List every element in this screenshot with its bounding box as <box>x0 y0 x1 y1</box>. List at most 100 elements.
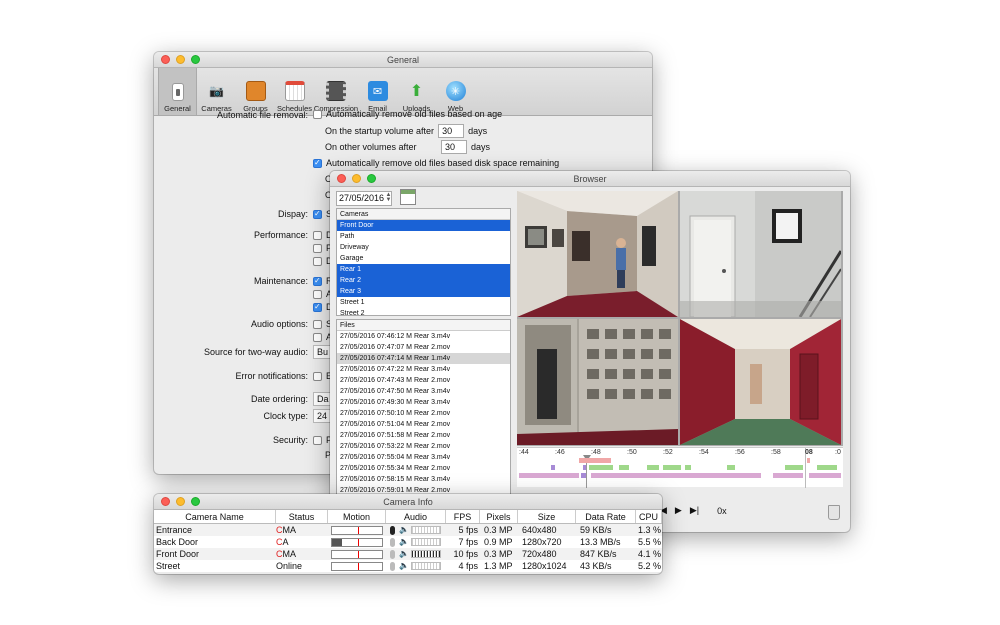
microphone-icon[interactable] <box>390 525 395 535</box>
camera-list-item[interactable]: Garage <box>337 253 510 264</box>
timeline-event-bar[interactable] <box>773 473 803 478</box>
date-stepper[interactable]: ▲ ▼ <box>384 192 393 204</box>
table-row[interactable]: Entrance CMA 🔈 5 fps 0.3 MP 640x480 59 KB/s 1.3… <box>154 524 662 536</box>
tab-groups[interactable]: Groups <box>236 68 275 115</box>
camera-list-item[interactable]: Rear 1 <box>337 264 510 275</box>
file-list-item[interactable]: 27/05/2016 07:50:10 M Rear 2.mov <box>337 408 510 419</box>
timeline-event-bar[interactable] <box>809 473 841 478</box>
tab-cameras[interactable]: 📷 Cameras <box>197 68 236 115</box>
camera-list-item[interactable]: Driveway <box>337 242 510 253</box>
camera-list-item[interactable]: Street 1 <box>337 297 510 308</box>
timeline-event-bar[interactable] <box>551 465 555 470</box>
microphone-icon[interactable] <box>390 537 395 547</box>
camera-list-item[interactable]: Rear 3 <box>337 286 510 297</box>
checkbox[interactable] <box>313 243 322 253</box>
display-checkbox[interactable] <box>313 209 322 219</box>
table-row[interactable]: Back Door CA 🔈 7 fps 0.9 MP 1280x720 13.3 MB/s… <box>154 536 662 548</box>
column-header[interactable]: Status <box>276 510 328 523</box>
minimize-button[interactable] <box>176 55 185 64</box>
close-button[interactable] <box>161 55 170 64</box>
timeline-event-bar[interactable] <box>581 473 586 478</box>
microphone-icon[interactable] <box>390 549 395 559</box>
checkbox[interactable] <box>313 289 322 299</box>
remove-disk-checkbox[interactable] <box>313 158 322 168</box>
checkbox[interactable] <box>313 371 322 381</box>
timeline-event-bar[interactable] <box>817 465 837 470</box>
play-icon[interactable]: ▶ <box>675 505 682 516</box>
checkbox[interactable] <box>313 230 322 240</box>
table-row[interactable]: Street Online 🔈 4 fps 1.3 MP 1280x1024 43 KB/s… <box>154 560 662 572</box>
file-list-item[interactable]: 27/05/2016 07:51:04 M Rear 2.mov <box>337 419 510 430</box>
camera-view-hallway[interactable] <box>517 191 678 317</box>
skip-forward-icon[interactable]: ▶| <box>690 505 699 516</box>
checkbox[interactable] <box>313 276 322 286</box>
timeline-event-bar[interactable] <box>785 465 803 470</box>
file-list-item[interactable]: 27/05/2016 07:47:50 M Rear 3.m4v <box>337 386 510 397</box>
file-list-item[interactable]: 27/05/2016 07:47:22 M Rear 3.m4v <box>337 364 510 375</box>
zoom-button[interactable] <box>191 497 200 506</box>
timeline-event-bar[interactable] <box>579 458 611 463</box>
timeline-event-bar[interactable] <box>647 465 659 470</box>
checkbox[interactable] <box>313 302 322 312</box>
column-header[interactable]: Audio <box>386 510 446 523</box>
tab-web[interactable]: ✳ Web <box>436 68 475 115</box>
clock-type-popup[interactable]: 24 <box>313 409 332 423</box>
timeline-event-bar[interactable] <box>619 465 629 470</box>
minimize-button[interactable] <box>352 174 361 183</box>
file-list-item[interactable]: 27/05/2016 07:47:43 M Rear 2.mov <box>337 375 510 386</box>
timeline-event-bar[interactable] <box>583 465 586 470</box>
remove-disk-option[interactable]: Automatically remove old files based dis… <box>313 158 559 168</box>
file-list-item[interactable]: 27/05/2016 07:53:22 M Rear 2.mov <box>337 441 510 452</box>
trash-icon[interactable] <box>828 505 840 520</box>
timeline-event-bar[interactable] <box>663 465 681 470</box>
file-list-item[interactable]: 27/05/2016 07:51:58 M Rear 2.mov <box>337 430 510 441</box>
timeline-event-bar[interactable] <box>591 473 761 478</box>
speaker-icon[interactable]: 🔈 <box>399 548 409 560</box>
file-list-item[interactable]: 27/05/2016 07:47:14 M Rear 1.m4v <box>337 353 510 364</box>
column-header[interactable]: Pixels <box>480 510 518 523</box>
camera-view-corridor[interactable] <box>680 319 841 445</box>
file-list-item[interactable]: 27/05/2016 07:47:07 M Rear 2.mov <box>337 342 510 353</box>
camera-list-item[interactable]: Rear 2 <box>337 275 510 286</box>
remove-age-option[interactable]: Automatically remove old files based on … <box>313 109 502 119</box>
timeline-event-bar[interactable] <box>807 458 810 463</box>
camera-list-item[interactable]: Front Door <box>337 220 510 231</box>
column-header[interactable]: CPU <box>636 510 662 523</box>
remove-age-checkbox[interactable] <box>313 109 322 119</box>
close-button[interactable] <box>337 174 346 183</box>
column-header[interactable]: Size <box>518 510 576 523</box>
file-list-item[interactable]: 27/05/2016 07:58:15 M Rear 3.m4v <box>337 474 510 485</box>
checkbox[interactable] <box>313 319 322 329</box>
file-list-item[interactable]: 27/05/2016 07:46:12 M Rear 3.m4v <box>337 331 510 342</box>
minimize-button[interactable] <box>176 497 185 506</box>
tab-compression[interactable]: Compression <box>314 68 358 115</box>
speaker-icon[interactable]: 🔈 <box>399 524 409 536</box>
timeline-event-bar[interactable] <box>727 465 735 470</box>
column-header[interactable]: Data Rate <box>576 510 636 523</box>
other-days-field[interactable]: 30 <box>441 140 467 154</box>
column-header[interactable]: Motion <box>328 510 386 523</box>
column-header[interactable]: Camera Name <box>154 510 276 523</box>
startup-days-field[interactable]: 30 <box>438 124 465 138</box>
table-row[interactable]: Front Door CMA 🔈 10 fps 0.3 MP 720x480 847 KB/… <box>154 548 662 560</box>
tab-email[interactable]: ✉ Email <box>358 68 397 115</box>
speaker-icon[interactable]: 🔈 <box>399 560 409 572</box>
close-button[interactable] <box>161 497 170 506</box>
tab-general[interactable]: General <box>158 68 197 115</box>
camera-list-item[interactable]: Path <box>337 231 510 242</box>
checkbox[interactable] <box>313 256 322 266</box>
speaker-icon[interactable]: 🔈 <box>399 536 409 548</box>
tab-uploads[interactable]: ⬆ Uploads <box>397 68 436 115</box>
tab-schedules[interactable]: Schedules <box>275 68 314 115</box>
camera-view-stair-door[interactable] <box>680 191 841 317</box>
camera-list-item[interactable]: Street 2 <box>337 308 510 315</box>
calendar-icon[interactable] <box>400 189 416 205</box>
timeline-event-bar[interactable] <box>519 473 579 478</box>
microphone-icon[interactable] <box>390 561 395 571</box>
file-list-item[interactable]: 27/05/2016 07:55:04 M Rear 3.m4v <box>337 452 510 463</box>
file-list-item[interactable]: 27/05/2016 07:49:30 M Rear 3.m4v <box>337 397 510 408</box>
timeline[interactable]: :44:46:48:50:52:54:56:58 08:0 <box>517 447 843 488</box>
zoom-button[interactable] <box>191 55 200 64</box>
zoom-button[interactable] <box>367 174 376 183</box>
camera-view-stairwell[interactable] <box>517 319 678 445</box>
